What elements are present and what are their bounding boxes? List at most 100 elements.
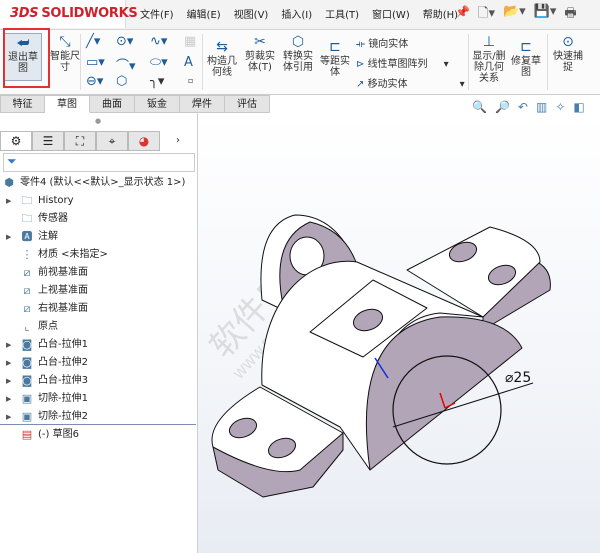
new-icon[interactable]: 🗋▾ [478, 4, 495, 26]
slot-tool-icon[interactable]: ⊖▾ [86, 74, 103, 89]
tree-item[interactable]: ⌞ 原点 [0, 318, 196, 336]
point-tool-icon[interactable]: ▫ [188, 76, 193, 85]
divider [547, 34, 548, 90]
tree-item-label: 上视基准面 [38, 285, 88, 296]
expand-arrow-icon[interactable]: ▶ [6, 192, 11, 210]
menu-edit[interactable]: 编辑(E) [187, 6, 221, 21]
convert-entities-button[interactable]: ⬡ 转换实体引用 [280, 33, 316, 73]
tree-root-part[interactable]: ⬢ 零件4 (默认<<默认>_显示状态 1>) [0, 174, 196, 192]
spline-tool-icon[interactable]: ∿▾ [150, 34, 167, 49]
text-tool-icon[interactable]: A [184, 55, 193, 70]
divider [468, 34, 469, 90]
display-delete-relations-button[interactable]: ⊥ 显示/删除几何关系 [472, 33, 506, 84]
tab-features[interactable]: 特征 [0, 95, 45, 113]
heads-up-view-toolbar: 🔍 🔎 ↶ ▥ ✧ ◧ [472, 100, 585, 114]
tree-item-label: 传感器 [38, 213, 68, 224]
mirror-entities-button[interactable]: ⟛ 镜向实体 [356, 35, 408, 50]
expand-arrow-icon[interactable]: ▶ [6, 354, 11, 372]
repair-sketch-icon: ⊏ [520, 39, 532, 55]
tree-item[interactable]: ⧄ 上视基准面 [0, 282, 196, 300]
plane-icon: ⧄ [23, 266, 31, 279]
command-tabs: 特征 草图 曲面 钣金 焊件 评估 [0, 95, 270, 113]
polygon-tool-icon[interactable]: ⬡ [116, 74, 127, 89]
propertymanager-tab-icon[interactable]: ☰ [32, 131, 64, 151]
tree-item[interactable]: ▶ 🅰 注解 [0, 228, 196, 246]
print-icon[interactable]: 🖶 [564, 4, 576, 26]
sketch-icon: ▤ [21, 428, 33, 441]
tree-item[interactable]: ▶ 🗀 History [0, 192, 196, 210]
tree-item[interactable]: ▶ ▣ 切除-拉伸1 [0, 390, 196, 408]
tree-item[interactable]: ▶ ◙ 凸台-拉伸1 [0, 336, 196, 354]
tree-item-sketch6[interactable]: ▤ (-) 草图6 [0, 426, 196, 444]
tab-sheet-metal[interactable]: 钣金 [135, 95, 180, 113]
menu-view[interactable]: 视图(V) [234, 6, 269, 21]
expand-arrow-icon[interactable]: ▶ [6, 390, 11, 408]
zoom-to-area-icon[interactable]: 🔎 [495, 100, 510, 114]
view-orientation-icon[interactable]: ✧ [555, 100, 565, 114]
tab-surfaces[interactable]: 曲面 [90, 95, 135, 113]
highlight-box [3, 28, 50, 88]
linear-pattern-button[interactable]: ⊳ 线性草图阵列 ▾ [356, 55, 449, 70]
tab-evaluate[interactable]: 评估 [225, 95, 270, 113]
tree-item[interactable]: 🗀 传感器 [0, 210, 196, 228]
trim-entities-button[interactable]: ✂ 剪裁实体(T) [242, 33, 278, 73]
previous-view-icon[interactable]: ↶ [518, 100, 528, 114]
move-entities-button[interactable]: ↗ 移动实体 ▾ [356, 75, 465, 90]
dimxpert-tab-icon[interactable]: ⌖ [96, 131, 128, 151]
tree-item[interactable]: ⧄ 右视基准面 [0, 300, 196, 318]
offset-entities-button[interactable]: ⊏ 等距实体 [318, 38, 352, 78]
cut-extrude-icon: ▣ [21, 392, 33, 405]
expand-arrow-icon[interactable]: ▶ [6, 336, 11, 354]
boss-extrude-icon: ◙ [21, 374, 33, 387]
rectangle-tool-icon[interactable]: ▭▾ [86, 55, 105, 70]
tree-item-label: 注解 [38, 231, 58, 242]
graphics-area[interactable]: 软件自学网 WWW.RJZXW.COM ⌀25 [198, 113, 600, 553]
arc-tool-icon[interactable]: ⌒▾ [116, 55, 136, 74]
open-icon[interactable]: 📂▾ [503, 4, 526, 26]
diameter-dimension[interactable]: ⌀25 [505, 370, 531, 386]
ellipse-tool-icon[interactable]: ⬭▾ [150, 55, 168, 70]
smart-dimension-button[interactable]: ⤡ 智能尺寸 [50, 33, 80, 73]
zoom-to-fit-icon[interactable]: 🔍 [472, 100, 487, 114]
menu-tools[interactable]: 工具(T) [325, 6, 359, 21]
panel-grip-icon[interactable]: ● [95, 117, 101, 125]
origin-icon: ⌞ [24, 320, 30, 333]
chevron-right-icon[interactable]: › [176, 131, 180, 151]
title-bar: 3DS SOLIDWORKS 文件(F) 编辑(E) 视图(V) 插入(I) 工具… [0, 0, 600, 30]
tree-item-label: 原点 [38, 321, 58, 332]
appearance-tab-icon[interactable]: ◕ [128, 131, 160, 151]
tree-item[interactable]: ⋮ 材质 <未指定> [0, 246, 196, 264]
plane-icon: ⧄ [23, 284, 31, 297]
expand-arrow-icon[interactable]: ▶ [6, 228, 11, 246]
tree-item[interactable]: ⧄ 前视基准面 [0, 264, 196, 282]
plane-tool-icon[interactable]: ▦ [184, 34, 196, 49]
circle-tool-icon[interactable]: ⊙▾ [116, 34, 133, 49]
menu-insert[interactable]: 插入(I) [281, 6, 312, 21]
filter-icon[interactable]: ⏷ [3, 153, 195, 172]
section-view-icon[interactable]: ▥ [536, 100, 547, 114]
rollback-bar[interactable] [0, 424, 196, 425]
part-icon: ⬢ [4, 176, 14, 189]
menu-window[interactable]: 窗口(W) [372, 6, 410, 21]
fillet-tool-icon[interactable]: ╮▾ [150, 74, 164, 89]
line-tool-icon[interactable]: ╱▾ [86, 34, 100, 49]
quick-snaps-button[interactable]: ⊙ 快速捕捉 [551, 33, 585, 73]
repair-sketch-button[interactable]: ⊏ 修复草图 [510, 38, 542, 78]
tree-item[interactable]: ▶ ◙ 凸台-拉伸3 [0, 372, 196, 390]
configuration-tab-icon[interactable]: ⛶ [64, 131, 96, 151]
tab-sketch[interactable]: 草图 [45, 95, 90, 113]
part-model[interactable]: 软件自学网 WWW.RJZXW.COM ⌀25 [198, 113, 600, 553]
pin-icon[interactable]: 📌 [455, 5, 470, 19]
solidworks-logo[interactable]: 3DS SOLIDWORKS [0, 0, 138, 28]
construction-geometry-button[interactable]: ⇆ 构造几何线 [205, 38, 239, 78]
linear-pattern-icon: ⊳ [356, 59, 368, 70]
menu-help[interactable]: 帮助(H) [423, 6, 458, 21]
tree-item[interactable]: ▶ ◙ 凸台-拉伸2 [0, 354, 196, 372]
display-style-icon[interactable]: ◧ [573, 100, 584, 114]
quick-access-toolbar: 🗋▾ 📂▾ 💾▾ 🖶 [478, 4, 577, 26]
menu-file[interactable]: 文件(F) [140, 6, 174, 21]
save-icon[interactable]: 💾▾ [534, 4, 557, 26]
featuremanager-tab-icon[interactable]: ⚙ [0, 131, 32, 151]
tab-weldments[interactable]: 焊件 [180, 95, 225, 113]
expand-arrow-icon[interactable]: ▶ [6, 372, 11, 390]
